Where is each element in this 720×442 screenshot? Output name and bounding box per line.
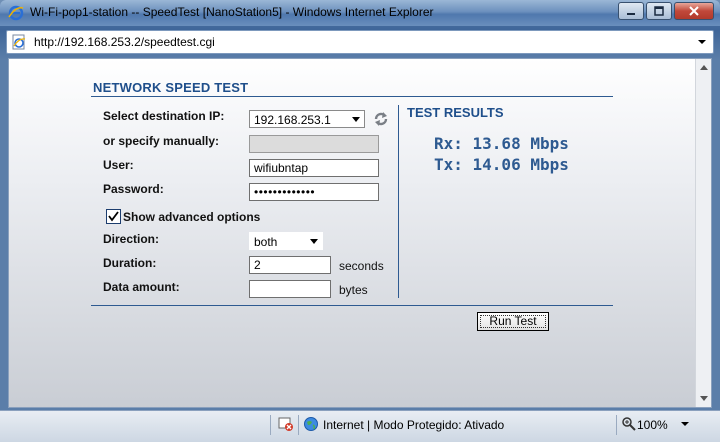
page-icon bbox=[12, 34, 26, 50]
title-divider bbox=[91, 96, 613, 97]
zoom-level[interactable]: 100% bbox=[637, 418, 668, 432]
dest-ip-value: 192.168.253.1 bbox=[254, 113, 331, 127]
results-title: TEST RESULTS bbox=[407, 105, 504, 120]
password-label: Password: bbox=[103, 182, 164, 196]
address-bar[interactable]: http://192.168.253.2/speedtest.cgi bbox=[6, 30, 714, 54]
status-separator bbox=[616, 415, 617, 435]
scroll-down-icon[interactable] bbox=[698, 392, 710, 404]
data-amount-label: Data amount: bbox=[103, 280, 180, 294]
maximize-button[interactable] bbox=[646, 2, 672, 20]
chevron-down-icon[interactable] bbox=[695, 35, 709, 49]
browser-window: Wi-Fi-pop1-station -- SpeedTest [NanoSta… bbox=[0, 0, 720, 442]
column-divider bbox=[398, 105, 399, 298]
close-icon bbox=[689, 6, 699, 16]
duration-unit: seconds bbox=[339, 259, 384, 273]
password-input[interactable]: ••••••••••••• bbox=[249, 183, 379, 201]
window-title: Wi-Fi-pop1-station -- SpeedTest [NanoSta… bbox=[30, 5, 434, 19]
advanced-options-label[interactable]: Show advanced options bbox=[123, 210, 260, 224]
advanced-options-checkbox[interactable] bbox=[106, 209, 121, 224]
direction-select[interactable]: both bbox=[249, 232, 323, 250]
section-title: NETWORK SPEED TEST bbox=[93, 80, 249, 95]
blocked-content-icon[interactable] bbox=[278, 416, 294, 432]
globe-icon bbox=[304, 417, 318, 431]
title-bar[interactable]: Wi-Fi-pop1-station -- SpeedTest [NanoSta… bbox=[0, 0, 720, 26]
tx-result: Tx: 14.06 Mbps bbox=[434, 155, 569, 174]
chevron-down-icon bbox=[352, 117, 360, 122]
status-bar: Internet | Modo Protegido: Ativado 100% bbox=[0, 410, 720, 442]
bottom-divider bbox=[91, 305, 613, 306]
security-zone-text[interactable]: Internet | Modo Protegido: Ativado bbox=[323, 418, 504, 432]
status-separator bbox=[298, 415, 299, 435]
page-viewport: NETWORK SPEED TEST Select destination IP… bbox=[8, 58, 712, 408]
manual-ip-input[interactable] bbox=[249, 135, 379, 153]
user-label: User: bbox=[103, 158, 134, 172]
scroll-up-icon[interactable] bbox=[698, 62, 710, 74]
direction-label: Direction: bbox=[103, 232, 160, 246]
refresh-icon[interactable] bbox=[372, 110, 390, 128]
window-controls bbox=[618, 2, 714, 20]
minimize-icon bbox=[627, 13, 635, 15]
user-input[interactable]: wifiubntap bbox=[249, 159, 379, 177]
chevron-down-icon[interactable] bbox=[680, 419, 690, 429]
minimize-button[interactable] bbox=[618, 2, 644, 20]
dest-ip-select[interactable]: 192.168.253.1 bbox=[249, 110, 365, 128]
dest-ip-label: Select destination IP: bbox=[103, 109, 225, 123]
duration-label: Duration: bbox=[103, 256, 157, 270]
direction-value: both bbox=[254, 235, 278, 249]
data-amount-input[interactable] bbox=[249, 280, 331, 298]
close-button[interactable] bbox=[674, 2, 714, 20]
maximize-icon bbox=[654, 6, 664, 16]
checkmark-icon bbox=[108, 211, 119, 222]
duration-input[interactable]: 2 bbox=[249, 256, 331, 274]
data-amount-unit: bytes bbox=[339, 283, 368, 297]
rx-result: Rx: 13.68 Mbps bbox=[434, 134, 569, 153]
address-url[interactable]: http://192.168.253.2/speedtest.cgi bbox=[34, 35, 215, 49]
chevron-down-icon bbox=[310, 239, 318, 244]
zoom-icon bbox=[622, 417, 636, 431]
manual-ip-label: or specify manually: bbox=[103, 134, 220, 148]
vertical-scrollbar[interactable] bbox=[695, 59, 711, 407]
run-test-button[interactable]: Run Test bbox=[477, 312, 549, 331]
internet-explorer-icon bbox=[8, 5, 24, 21]
status-separator bbox=[270, 415, 271, 435]
